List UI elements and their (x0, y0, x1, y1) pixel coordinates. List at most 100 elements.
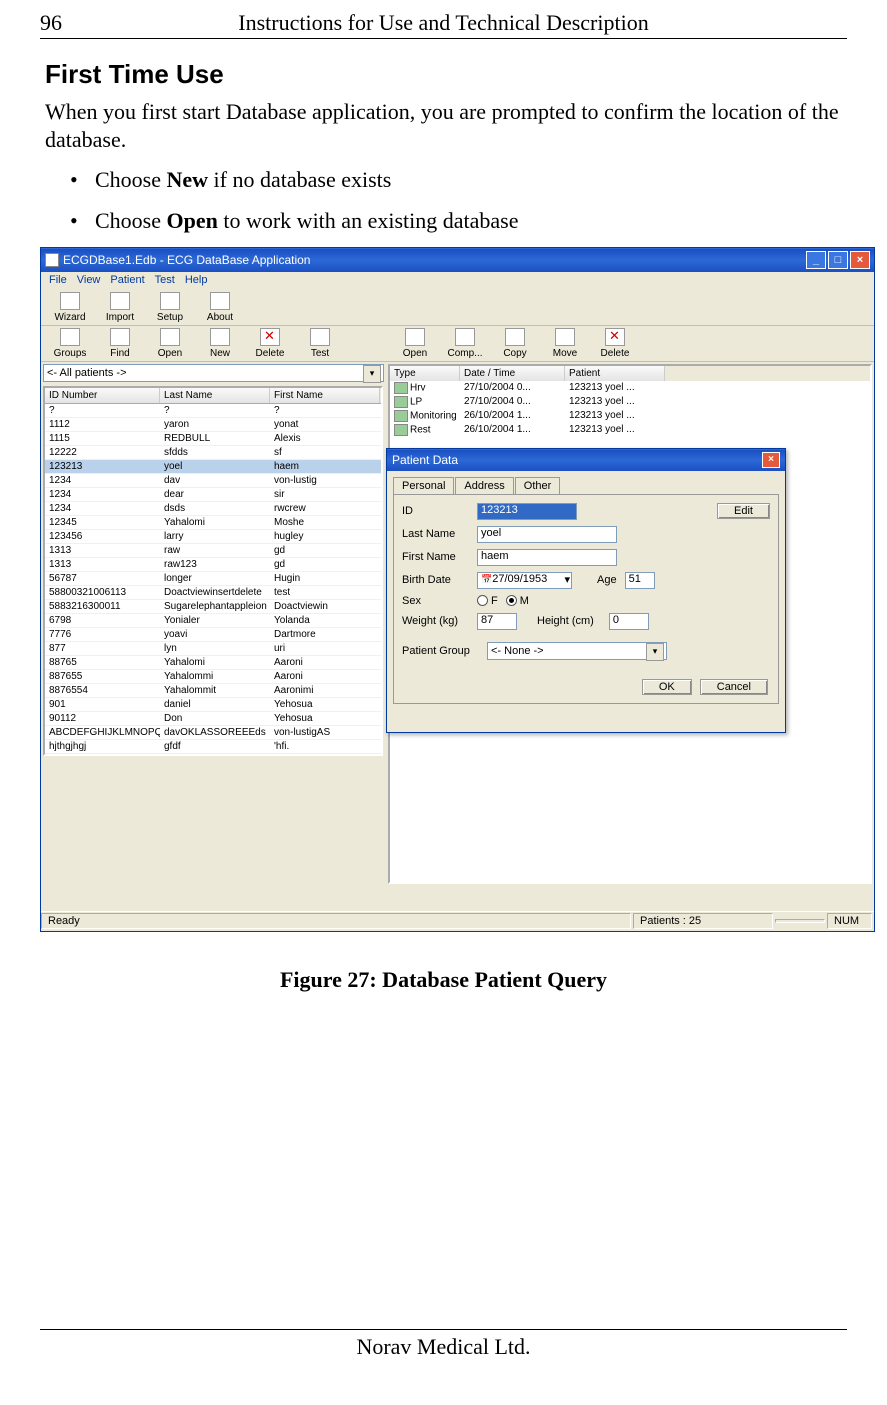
table-row[interactable]: Monitoring26/10/2004 1...123213 yoel ... (390, 409, 870, 423)
age-field[interactable]: 51 (625, 572, 655, 589)
tbtn-open[interactable]: Open (145, 328, 195, 359)
table-row[interactable]: 12345YahalomiMoshe (45, 516, 381, 530)
menu-view[interactable]: View (77, 274, 101, 288)
table-row[interactable]: 123213yoelhaem (45, 460, 381, 474)
tbtn-label: Test (311, 348, 329, 359)
firstname-field[interactable]: haem (477, 549, 617, 566)
tbtn-move[interactable]: Move (540, 328, 590, 359)
firstname-label: First Name (402, 551, 477, 563)
lastname-field[interactable]: yoel (477, 526, 617, 543)
minimize-button[interactable]: _ (806, 251, 826, 269)
table-row[interactable]: ABCDEFGHIJKLMNOPQ...davOKLASSOREEEdsvon-… (45, 726, 381, 740)
table-row[interactable]: 877lynuri (45, 642, 381, 656)
tbtn-wizard[interactable]: Wizard (45, 292, 95, 323)
cell: 887655 (45, 670, 160, 683)
cell: 877 (45, 642, 160, 655)
table-row[interactable]: 901danielYehosua (45, 698, 381, 712)
birthdate-field[interactable]: 📅27/09/1953▾ (477, 572, 572, 589)
cell: 1234 (45, 474, 160, 487)
table-row[interactable]: Hrv27/10/2004 0...123213 yoel ... (390, 381, 870, 395)
bullet-item: Choose Open to work with an existing dat… (70, 206, 842, 237)
table-row[interactable]: 1234dearsir (45, 488, 381, 502)
tab-address[interactable]: Address (455, 477, 513, 494)
table-row[interactable]: 58800321006113Doactviewinsertdeletetest (45, 586, 381, 600)
table-row[interactable]: LP27/10/2004 0...123213 yoel ... (390, 395, 870, 409)
tbtn-open[interactable]: Open (390, 328, 440, 359)
cell: test (270, 586, 380, 599)
cancel-button[interactable]: Cancel (700, 679, 768, 695)
table-row[interactable]: 1313raw123gd (45, 558, 381, 572)
col-header[interactable]: First Name (270, 388, 380, 403)
ok-button[interactable]: OK (642, 679, 692, 695)
weight-field[interactable]: 87 (477, 613, 517, 630)
tab-personal[interactable]: Personal (393, 477, 454, 494)
tbtn-import[interactable]: Import (95, 292, 145, 323)
tbtn-setup[interactable]: Setup (145, 292, 195, 323)
table-row[interactable]: Rest26/10/2004 1...123213 yoel ... (390, 423, 870, 437)
table-row[interactable]: 1112yaronyonat (45, 418, 381, 432)
cell: raw123 (160, 558, 270, 571)
table-row[interactable]: 1234dsdsrwcrew (45, 502, 381, 516)
col-header[interactable]: Patient (565, 366, 665, 381)
tbtn-groups[interactable]: Groups (45, 328, 95, 359)
col-header[interactable]: Date / Time (460, 366, 565, 381)
table-row[interactable]: 12222sfddssf (45, 446, 381, 460)
table-row[interactable]: 1234davvon-lustig (45, 474, 381, 488)
tbtn-test[interactable]: Test (295, 328, 345, 359)
table-row[interactable]: 8876554YahalommitAaronimi (45, 684, 381, 698)
tbtn-about[interactable]: About (195, 292, 245, 323)
col-header[interactable]: ID Number (45, 388, 160, 403)
patient-filter-combo[interactable]: <- All patients -> (43, 364, 384, 382)
group-combo[interactable]: <- None -> (487, 642, 667, 660)
sex-male-radio[interactable]: M (506, 595, 529, 607)
close-button[interactable]: × (850, 251, 870, 269)
table-row[interactable]: 123456larryhugley (45, 530, 381, 544)
cell: lyn (160, 642, 270, 655)
table-row[interactable]: 5883216300011SugarelephantappleionDoactv… (45, 600, 381, 614)
table-row[interactable]: hjthgjhgjgfdf'hfi. (45, 740, 381, 754)
tbtn-label: Import (106, 312, 134, 323)
table-row[interactable]: 88765YahalomiAaroni (45, 656, 381, 670)
cell: 1112 (45, 418, 160, 431)
bullet-list: Choose New if no database existsChoose O… (45, 165, 842, 237)
tbtn-delete[interactable]: Delete (245, 328, 295, 359)
table-row[interactable]: 90112DonYehosua (45, 712, 381, 726)
footer-text: Norav Medical Ltd. (356, 1334, 530, 1359)
cell: Yahalommit (160, 684, 270, 697)
cell: LP (390, 395, 460, 409)
cell: longer (160, 572, 270, 585)
weight-label: Weight (kg) (402, 615, 477, 627)
menu-test[interactable]: Test (155, 274, 175, 288)
tbtn-delete[interactable]: Delete (590, 328, 640, 359)
cell: 8876554 (45, 684, 160, 697)
table-row[interactable]: 7776yoaviDartmore (45, 628, 381, 642)
wizard-icon (60, 292, 80, 310)
menu-file[interactable]: File (49, 274, 67, 288)
edit-button[interactable]: Edit (717, 503, 770, 519)
cell: rwcrew (270, 502, 380, 515)
col-header[interactable]: Last Name (160, 388, 270, 403)
patient-grid[interactable]: ID NumberLast NameFirst Name ???1112yaro… (43, 386, 383, 756)
dialog-close-button[interactable]: × (762, 452, 780, 468)
tbtn-new[interactable]: New (195, 328, 245, 359)
col-header[interactable]: Type (390, 366, 460, 381)
menubar: File View Patient Test Help (41, 272, 874, 290)
tbtn-find[interactable]: Find (95, 328, 145, 359)
tbtn-comp[interactable]: Comp... (440, 328, 490, 359)
sex-female-radio[interactable]: F (477, 595, 498, 607)
table-row[interactable]: 6798YonialerYolanda (45, 614, 381, 628)
table-row[interactable]: 1313rawgd (45, 544, 381, 558)
menu-help[interactable]: Help (185, 274, 208, 288)
tab-other[interactable]: Other (515, 477, 561, 494)
cell: Yahalomi (160, 656, 270, 669)
table-row[interactable]: 887655YahalommiAaroni (45, 670, 381, 684)
table-row[interactable]: 56787longerHugin (45, 572, 381, 586)
table-row[interactable]: ??? (45, 404, 381, 418)
maximize-button[interactable]: □ (828, 251, 848, 269)
import-icon (110, 292, 130, 310)
table-row[interactable]: 1115REDBULLAlexis (45, 432, 381, 446)
height-field[interactable]: 0 (609, 613, 649, 630)
tbtn-copy[interactable]: Copy (490, 328, 540, 359)
id-field[interactable]: 123213 (477, 503, 577, 520)
menu-patient[interactable]: Patient (110, 274, 144, 288)
